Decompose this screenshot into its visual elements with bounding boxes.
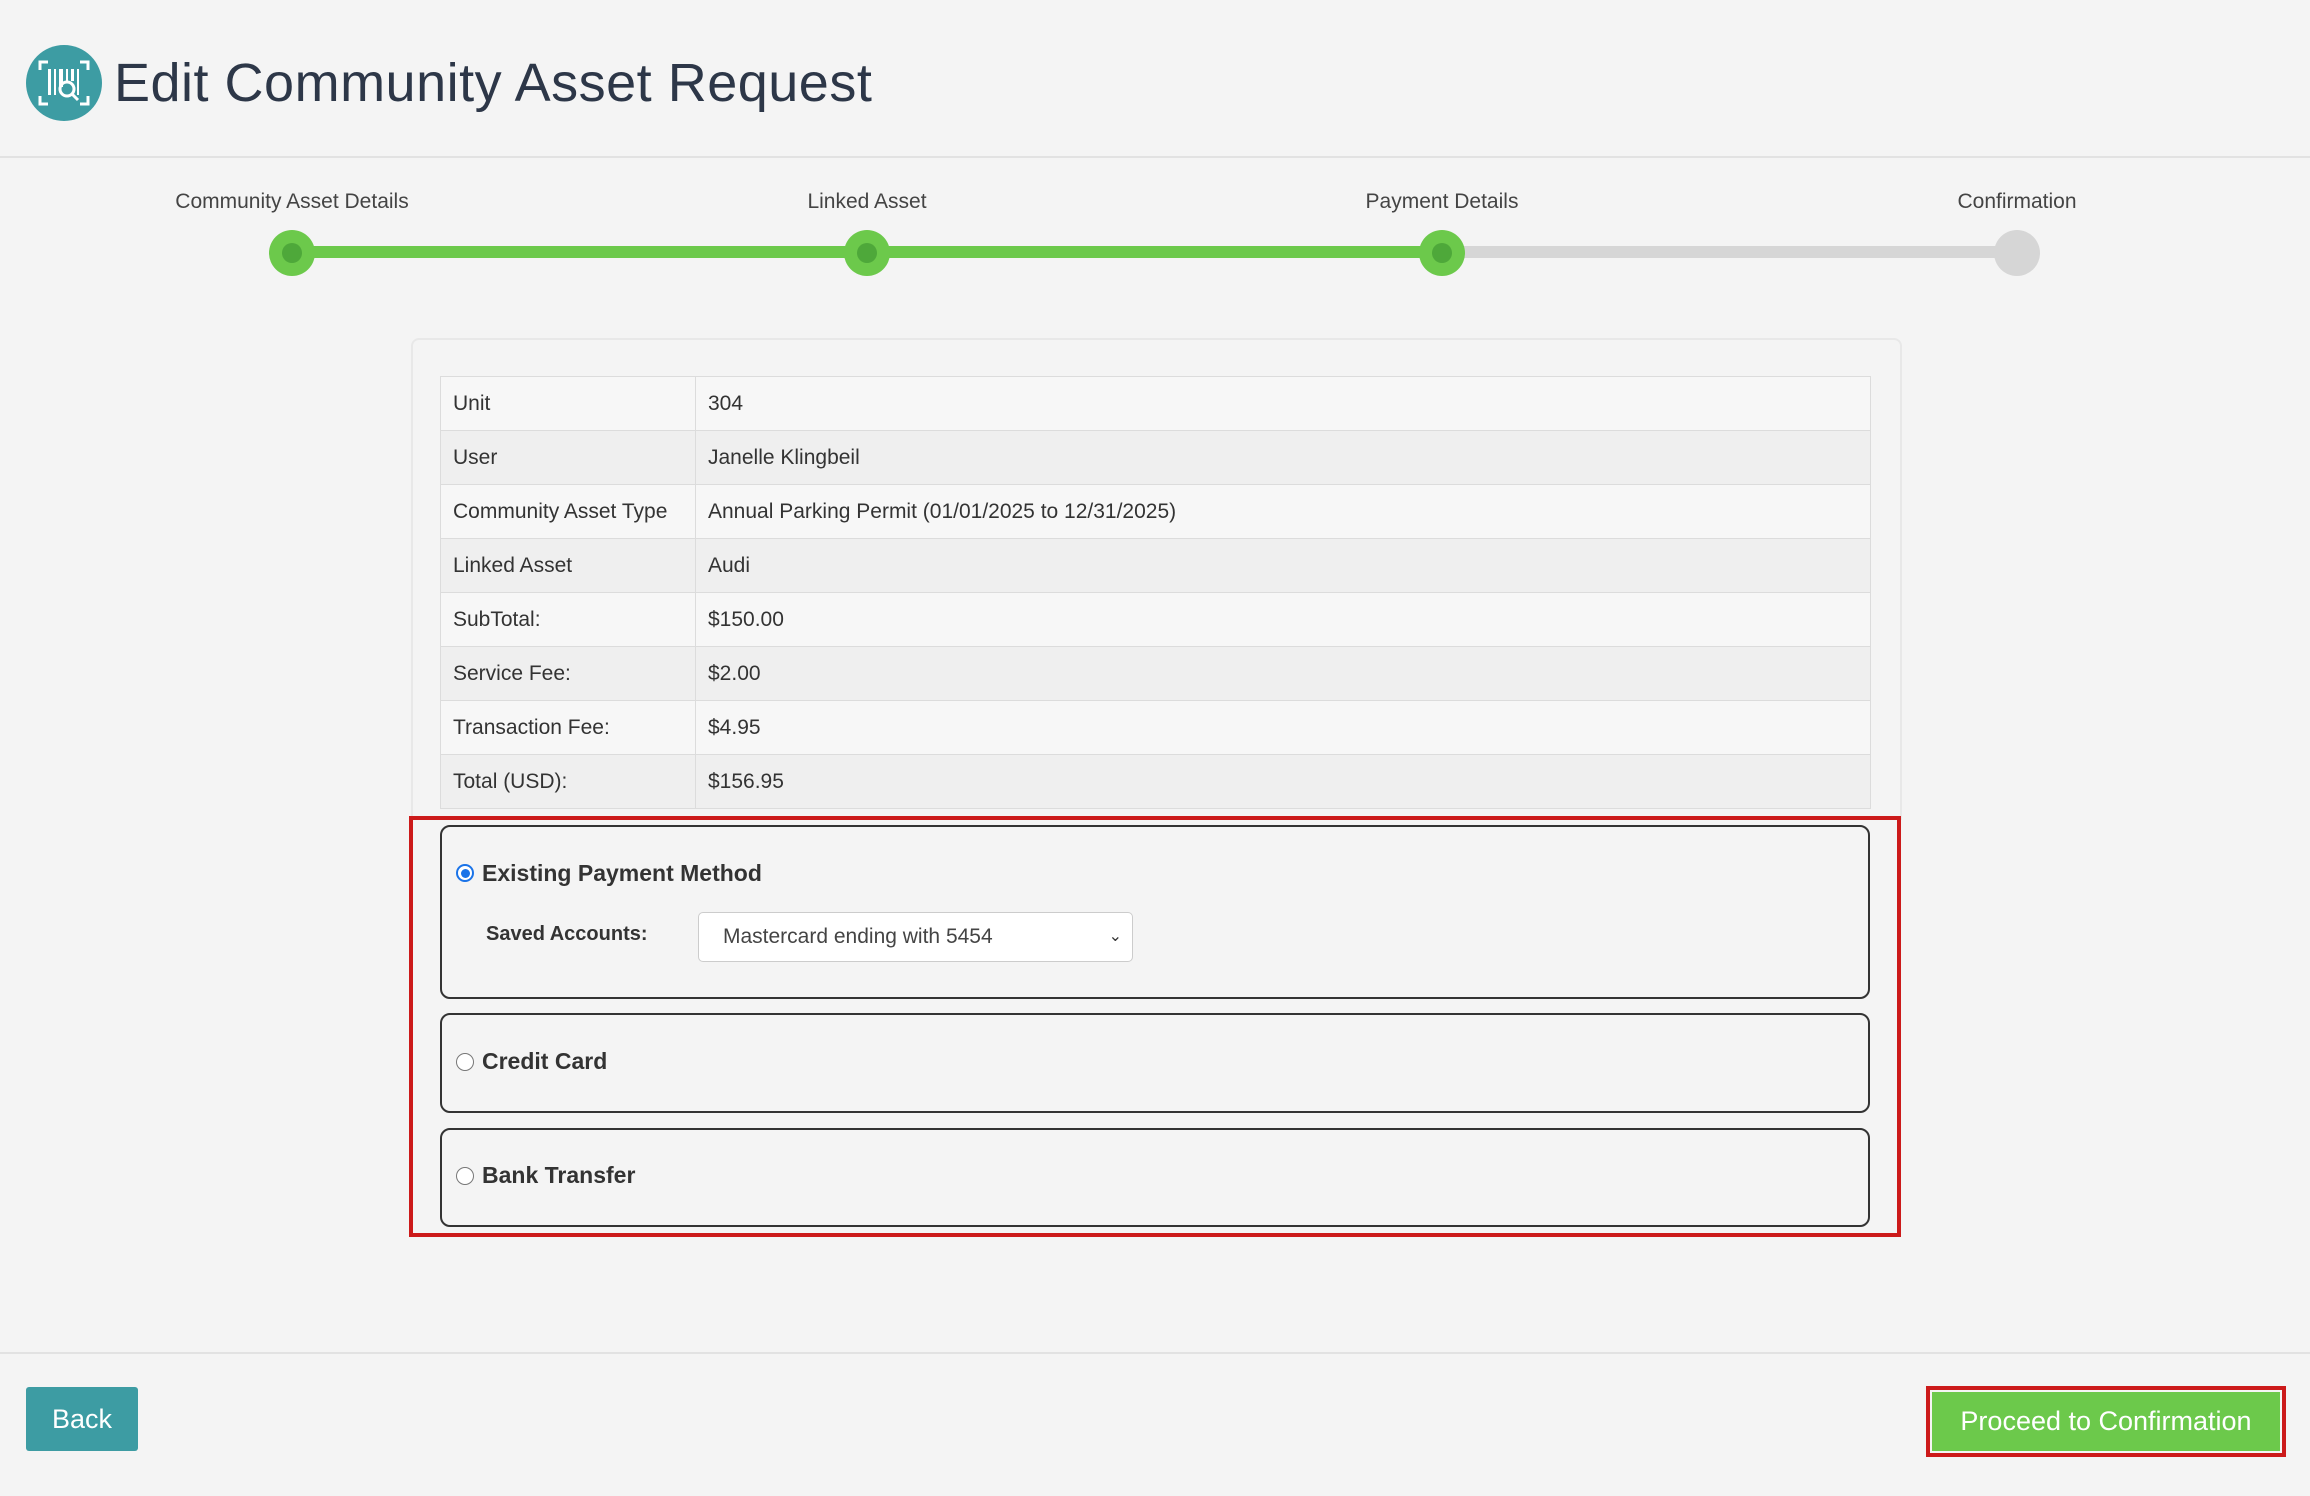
proceed-to-confirmation-button[interactable]: Proceed to Confirmation	[1932, 1392, 2280, 1451]
table-row: Community Asset Type Annual Parking Perm…	[440, 484, 1871, 539]
page-header: Edit Community Asset Request	[0, 0, 2310, 158]
table-row: Linked Asset Audi	[440, 538, 1871, 593]
row-value: $4.95	[695, 700, 1871, 755]
step-label-community-asset-details: Community Asset Details	[175, 190, 409, 213]
progress-stepper: Community Asset Details Linked Asset Pay…	[0, 180, 2310, 290]
row-key: SubTotal:	[440, 592, 696, 647]
row-key: Unit	[440, 376, 696, 431]
row-value: 304	[695, 376, 1871, 431]
payment-option-bank-transfer[interactable]: Bank Transfer	[440, 1128, 1870, 1227]
proceed-button-highlight: Proceed to Confirmation	[1926, 1386, 2286, 1457]
bank-transfer-radio[interactable]	[456, 1167, 474, 1185]
row-key: Service Fee:	[440, 646, 696, 701]
footer-divider	[0, 1352, 2310, 1354]
page-title: Edit Community Asset Request	[114, 53, 873, 113]
chevron-down-icon: ⌄	[1108, 928, 1122, 945]
bank-transfer-label[interactable]: Bank Transfer	[482, 1162, 635, 1189]
step-dot-linked-asset[interactable]	[844, 230, 890, 276]
table-row: Unit 304	[440, 376, 1871, 431]
saved-accounts-select[interactable]: Mastercard ending with 5454 ⌄	[698, 912, 1133, 962]
row-value: $150.00	[695, 592, 1871, 647]
existing-payment-radio[interactable]	[456, 864, 474, 882]
table-row: SubTotal: $150.00	[440, 592, 1871, 647]
row-key: Transaction Fee:	[440, 700, 696, 755]
row-value: $156.95	[695, 754, 1871, 809]
back-button[interactable]: Back	[26, 1387, 138, 1451]
existing-payment-label[interactable]: Existing Payment Method	[482, 860, 762, 887]
stepper-track-pending	[1442, 246, 2017, 258]
step-dot-community-asset-details[interactable]	[269, 230, 315, 276]
step-dot-payment-details[interactable]	[1419, 230, 1465, 276]
row-value: Annual Parking Permit (01/01/2025 to 12/…	[695, 484, 1871, 539]
row-value: Audi	[695, 538, 1871, 593]
row-key: User	[440, 430, 696, 485]
row-value: Janelle Klingbeil	[695, 430, 1871, 485]
table-row: Total (USD): $156.95	[440, 754, 1871, 809]
credit-card-label[interactable]: Credit Card	[482, 1048, 607, 1075]
step-label-linked-asset: Linked Asset	[807, 190, 927, 213]
barcode-scan-icon	[26, 45, 102, 121]
table-row: User Janelle Klingbeil	[440, 430, 1871, 485]
table-row: Service Fee: $2.00	[440, 646, 1871, 701]
table-row: Transaction Fee: $4.95	[440, 700, 1871, 755]
row-value: $2.00	[695, 646, 1871, 701]
row-key: Linked Asset	[440, 538, 696, 593]
row-key: Community Asset Type	[440, 484, 696, 539]
saved-accounts-label: Saved Accounts:	[486, 923, 648, 945]
row-key: Total (USD):	[440, 754, 696, 809]
step-label-payment-details: Payment Details	[1365, 190, 1519, 213]
step-label-confirmation: Confirmation	[1957, 190, 2077, 213]
summary-table: Unit 304 User Janelle Klingbeil Communit…	[440, 376, 1871, 809]
payment-option-existing[interactable]: Existing Payment Method Saved Accounts: …	[440, 825, 1870, 999]
credit-card-radio[interactable]	[456, 1053, 474, 1071]
saved-accounts-value: Mastercard ending with 5454	[723, 925, 993, 948]
step-dot-confirmation	[1994, 230, 2040, 276]
payment-option-credit-card[interactable]: Credit Card	[440, 1013, 1870, 1113]
